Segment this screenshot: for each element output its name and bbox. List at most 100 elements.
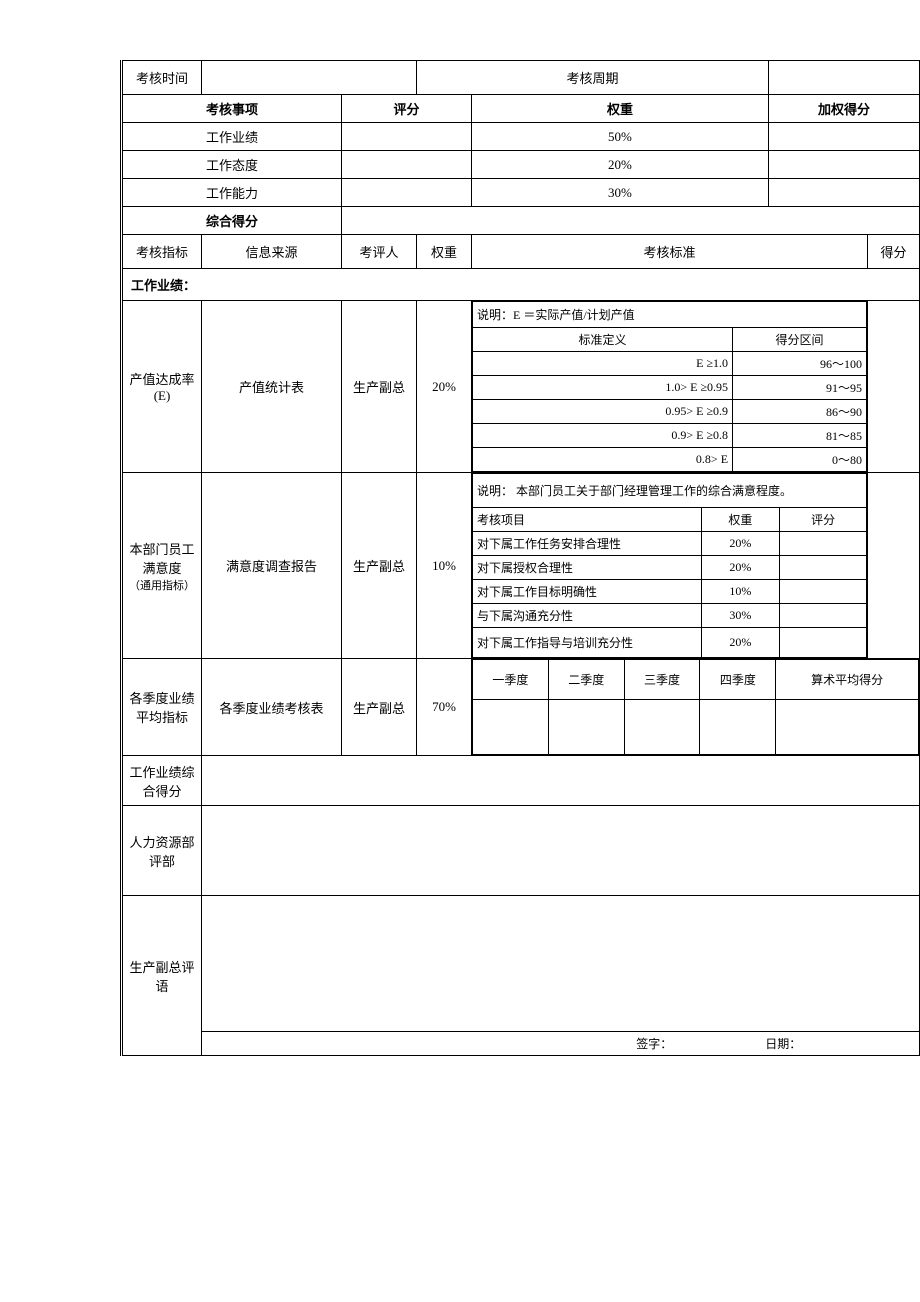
row-sat-item-weight: 20% [701, 556, 780, 580]
date-label: 日期： [761, 1032, 919, 1056]
row-e-indicator: 产值达成率(E) [122, 301, 202, 473]
row-sat-item-score[interactable] [780, 532, 867, 556]
sign-label: 签字： [632, 1032, 761, 1056]
main-table: 考核时间 考核周期 考核事项 评分 权重 加权得分 工作业绩 50% 工作态度 … [120, 60, 920, 1056]
row-vp-footer: 签字： 日期： [202, 897, 919, 1056]
section-performance-row: 工作业绩： [122, 269, 920, 301]
row-sat-item-weight: 20% [701, 628, 780, 658]
row-sat-source: 满意度调查报告 [202, 473, 342, 659]
summary-weight: 20% [472, 151, 769, 179]
summary-weight-header: 权重 [472, 95, 769, 123]
row-quarter-weight: 70% [417, 659, 472, 756]
row-sat-items-header-score: 评分 [780, 508, 867, 532]
row-sat-item-score[interactable] [780, 580, 867, 604]
avg-value[interactable] [776, 700, 919, 755]
summary-item: 工作能力 [122, 179, 342, 207]
summary-weighted[interactable] [768, 179, 919, 207]
row-perf-total-label: 工作业绩综合得分 [122, 756, 202, 806]
q4-value[interactable] [700, 700, 776, 755]
row-quarter-assessor: 生产副总 [342, 659, 417, 756]
summary-header-row: 考核事项 评分 权重 加权得分 [122, 95, 920, 123]
summary-row: 工作业绩 50% [122, 123, 920, 151]
summary-item-header: 考核事项 [122, 95, 342, 123]
row-hr: 人力资源部评部 [122, 806, 920, 896]
row-e-desc: 说明：E ＝实际产值/计划产值 [473, 302, 867, 328]
avg-label: 算术平均得分 [776, 660, 919, 700]
col-source: 信息来源 [202, 235, 342, 269]
row-e-source: 产值统计表 [202, 301, 342, 473]
q1-label: 一季度 [473, 660, 549, 700]
row-vp-content[interactable]: 签字： 日期： [202, 896, 920, 1056]
row-sat-item-score[interactable] [780, 556, 867, 580]
col-indicator: 考核指标 [122, 235, 202, 269]
summary-item: 工作态度 [122, 151, 342, 179]
row-e-range-header: 得分区间 [733, 328, 867, 352]
q3-label: 三季度 [624, 660, 700, 700]
col-score: 得分 [868, 235, 920, 269]
row-hr-label: 人力资源部评部 [122, 806, 202, 896]
row-sat-inner-table: 说明： 本部门员工关于部门经理管理工作的综合满意程度。 考核项目 权重 评分 对… [472, 473, 867, 658]
q4-label: 四季度 [700, 660, 776, 700]
row-e-def: 0.9> E ≥0.8 [473, 424, 733, 448]
section-performance-label: 工作业绩： [122, 269, 920, 301]
row-e-def: 1.0> E ≥0.95 [473, 376, 733, 400]
summary-total-row: 综合得分 [122, 207, 920, 235]
summary-weighted-header: 加权得分 [768, 95, 919, 123]
row-e-range: 96～100 [733, 352, 867, 376]
header-row: 考核时间 考核周期 [122, 61, 920, 95]
row-e-score[interactable] [868, 301, 920, 473]
row-sat-standard: 说明： 本部门员工关于部门经理管理工作的综合满意程度。 考核项目 权重 评分 对… [472, 473, 868, 659]
q3-value[interactable] [624, 700, 700, 755]
row-sat-items-header-weight: 权重 [701, 508, 780, 532]
row-e-weight: 20% [417, 301, 472, 473]
row-sat-items-header-item: 考核项目 [473, 508, 702, 532]
summary-score[interactable] [342, 151, 472, 179]
q2-value[interactable] [548, 700, 624, 755]
col-assessor: 考评人 [342, 235, 417, 269]
summary-total-value[interactable] [342, 207, 920, 235]
summary-score[interactable] [342, 123, 472, 151]
row-sat-assessor: 生产副总 [342, 473, 417, 659]
summary-weight: 30% [472, 179, 769, 207]
row-perf-total: 工作业绩综合得分 [122, 756, 920, 806]
assess-time-value[interactable] [202, 61, 417, 95]
row-e-inner-table: 说明：E ＝实际产值/计划产值 标准定义 得分区间 E ≥1.096～100 1… [472, 301, 867, 472]
row-sat-indicator-l1: 本部门员工满意度 [129, 542, 194, 576]
row-perf-total-value[interactable] [202, 756, 920, 806]
row-sat-item: 对下属工作指导与培训充分性 [473, 628, 702, 658]
col-standard: 考核标准 [472, 235, 868, 269]
assess-period-label: 考核周期 [417, 61, 769, 95]
row-sat-item: 对下属工作任务安排合理性 [473, 532, 702, 556]
summary-score[interactable] [342, 179, 472, 207]
row-vp: 生产副总评语 签字： 日期： [122, 896, 920, 1056]
assessment-form: 考核时间 考核周期 考核事项 评分 权重 加权得分 工作业绩 50% 工作态度 … [120, 60, 920, 1056]
row-sat-item: 对下属工作目标明确性 [473, 580, 702, 604]
row-vp-text[interactable] [202, 897, 919, 1032]
row-e-def: E ≥1.0 [473, 352, 733, 376]
row-sat-item-weight: 10% [701, 580, 780, 604]
summary-weighted[interactable] [768, 151, 919, 179]
row-quarter-inner-table: 一季度 二季度 三季度 四季度 算术平均得分 [472, 659, 919, 755]
row-sat-item-weight: 20% [701, 532, 780, 556]
row-hr-value[interactable] [202, 806, 920, 896]
row-sat-desc: 说明： 本部门员工关于部门经理管理工作的综合满意程度。 [473, 474, 867, 508]
row-sat-score[interactable] [868, 473, 920, 659]
assess-period-value[interactable] [768, 61, 919, 95]
q1-value[interactable] [473, 700, 549, 755]
row-sat-item-score[interactable] [780, 604, 867, 628]
row-e-standard: 说明：E ＝实际产值/计划产值 标准定义 得分区间 E ≥1.096～100 1… [472, 301, 868, 473]
row-sat-indicator: 本部门员工满意度 （通用指标） [122, 473, 202, 659]
row-sat-item-weight: 30% [701, 604, 780, 628]
row-e: 产值达成率(E) 产值统计表 生产副总 20% 说明：E ＝实际产值/计划产值 … [122, 301, 920, 473]
row-sat-item: 与下属沟通充分性 [473, 604, 702, 628]
summary-weighted[interactable] [768, 123, 919, 151]
row-quarter-source: 各季度业绩考核表 [202, 659, 342, 756]
summary-score-header: 评分 [342, 95, 472, 123]
row-e-range: 0～80 [733, 448, 867, 472]
columns-header-row: 考核指标 信息来源 考评人 权重 考核标准 得分 [122, 235, 920, 269]
assess-time-label: 考核时间 [122, 61, 202, 95]
summary-weight: 50% [472, 123, 769, 151]
row-sat-item-score[interactable] [780, 628, 867, 658]
row-e-def: 0.95> E ≥0.9 [473, 400, 733, 424]
row-e-range: 86～90 [733, 400, 867, 424]
